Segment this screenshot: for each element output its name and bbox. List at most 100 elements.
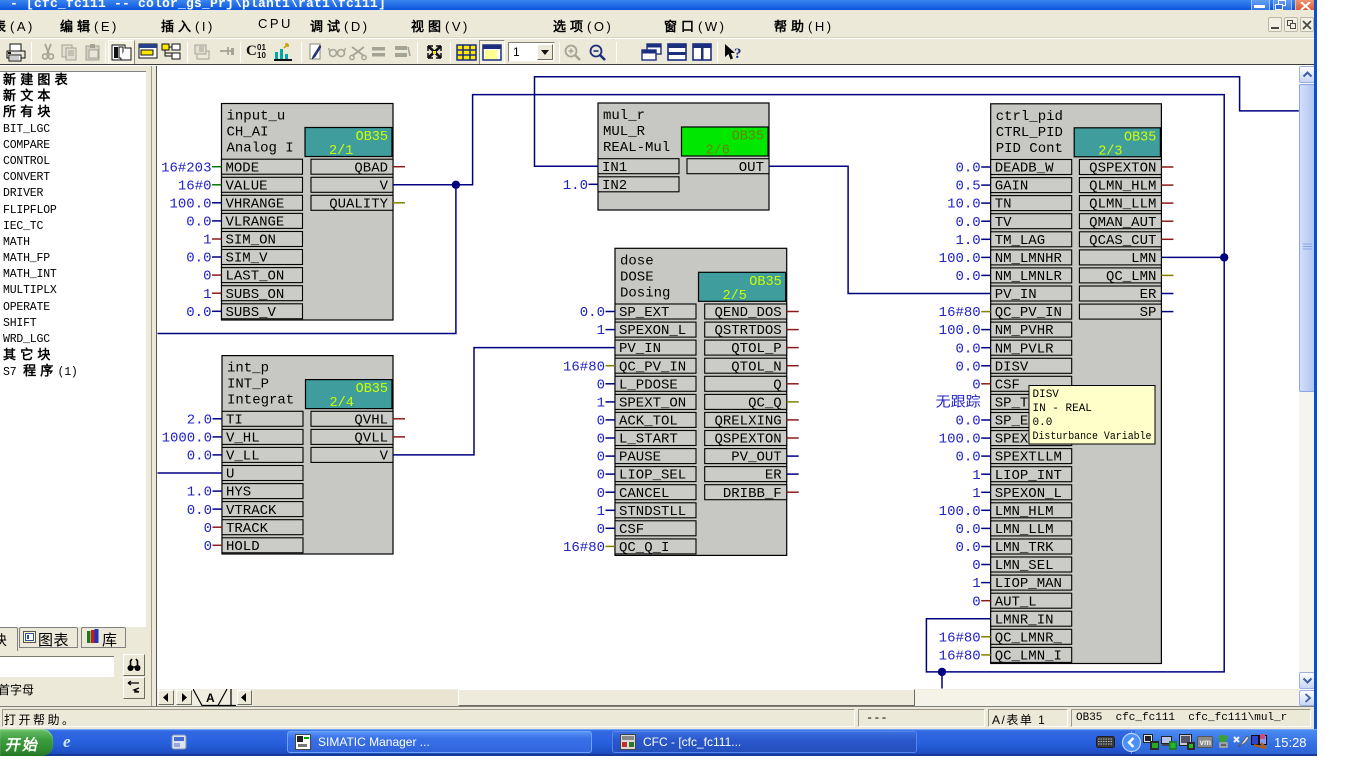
svg-text:V_HL: V_HL xyxy=(226,431,260,447)
svg-text:LMN_SEL: LMN_SEL xyxy=(995,558,1054,574)
svg-text:0: 0 xyxy=(972,558,980,574)
svg-text:CANCEL: CANCEL xyxy=(619,486,669,502)
svg-text:IN2: IN2 xyxy=(602,178,627,194)
svg-text:16#80: 16#80 xyxy=(563,540,605,556)
svg-text:10.0: 10.0 xyxy=(947,197,981,213)
svg-text:LMN: LMN xyxy=(1131,251,1156,267)
svg-text:ctrl_pid: ctrl_pid xyxy=(996,109,1063,125)
svg-text:0: 0 xyxy=(597,432,605,448)
svg-text:QVLL: QVLL xyxy=(354,431,388,447)
svg-text:0.5: 0.5 xyxy=(955,179,980,195)
svg-text:?: ? xyxy=(734,46,742,62)
svg-text:2/5: 2/5 xyxy=(723,289,747,304)
svg-text:QTOL_P: QTOL_P xyxy=(731,341,781,357)
svg-text:0.0: 0.0 xyxy=(580,305,605,321)
svg-text:Disturbance Variable: Disturbance Variable xyxy=(1033,431,1152,443)
svg-text:0.0: 0.0 xyxy=(186,305,211,321)
svg-text:1.0: 1.0 xyxy=(955,233,980,249)
svg-text:MODE: MODE xyxy=(226,160,260,176)
svg-text:PAUSE: PAUSE xyxy=(619,450,661,466)
svg-text:16#0: 16#0 xyxy=(178,178,212,194)
svg-text:100.0: 100.0 xyxy=(939,251,981,267)
svg-text:LIOP_SEL: LIOP_SEL xyxy=(619,468,686,484)
svg-text:0.0: 0.0 xyxy=(187,449,212,465)
svg-text:OB35: OB35 xyxy=(356,130,388,145)
svg-text:1: 1 xyxy=(203,233,211,249)
svg-text:QBAD: QBAD xyxy=(354,160,388,176)
svg-text:V: V xyxy=(380,449,389,465)
svg-text:INT_P: INT_P xyxy=(227,377,269,393)
svg-text:0: 0 xyxy=(597,486,605,502)
svg-text:QEND_DOS: QEND_DOS xyxy=(714,305,781,321)
svg-text:QVHL: QVHL xyxy=(354,412,388,428)
svg-text:CTRL_PID: CTRL_PID xyxy=(996,125,1063,141)
svg-text:2/6: 2/6 xyxy=(706,144,730,159)
svg-text:1.0: 1.0 xyxy=(187,485,212,501)
svg-text:0.0: 0.0 xyxy=(955,450,980,466)
svg-text:SPEXON_L: SPEXON_L xyxy=(995,486,1062,502)
svg-text:QUALITY: QUALITY xyxy=(329,196,388,212)
svg-text:ACK_TOL: ACK_TOL xyxy=(619,414,678,430)
svg-text:1: 1 xyxy=(597,396,605,412)
svg-text:0.0: 0.0 xyxy=(955,540,980,556)
svg-text:PV_IN: PV_IN xyxy=(995,287,1037,303)
svg-text:OB35: OB35 xyxy=(356,382,388,397)
svg-text:QLMN_LLM: QLMN_LLM xyxy=(1089,197,1156,213)
svg-text:SP: SP xyxy=(1140,305,1157,321)
svg-text:CH_AI: CH_AI xyxy=(227,125,269,141)
svg-text:VTRACK: VTRACK xyxy=(226,503,277,519)
svg-text:0.0: 0.0 xyxy=(955,359,980,375)
svg-text:IN - REAL: IN - REAL xyxy=(1033,403,1092,415)
svg-text:NM_PVHR: NM_PVHR xyxy=(995,323,1054,339)
svg-text:0: 0 xyxy=(597,450,605,466)
svg-text:0.0: 0.0 xyxy=(187,503,212,519)
svg-text:2.0: 2.0 xyxy=(187,412,212,428)
svg-text:U: U xyxy=(226,467,234,483)
svg-text:QC_PV_IN: QC_PV_IN xyxy=(995,305,1062,321)
svg-text:1.0: 1.0 xyxy=(563,178,588,194)
svg-text:0.0: 0.0 xyxy=(955,161,980,177)
svg-text:0: 0 xyxy=(204,521,212,537)
svg-text:0.0: 0.0 xyxy=(955,269,980,285)
svg-text:QC_LMN: QC_LMN xyxy=(1106,269,1156,285)
svg-text:ER: ER xyxy=(765,468,782,484)
svg-text:1: 1 xyxy=(972,468,980,484)
svg-text:LIOP_INT: LIOP_INT xyxy=(995,468,1062,484)
svg-text:0: 0 xyxy=(972,377,980,393)
svg-text:0: 0 xyxy=(597,377,605,393)
svg-text:LIOP_MAN: LIOP_MAN xyxy=(995,576,1062,592)
svg-text:QMAN_AUT: QMAN_AUT xyxy=(1089,215,1156,231)
svg-text:HOLD: HOLD xyxy=(226,539,260,555)
svg-text:LMN_HLM: LMN_HLM xyxy=(995,504,1054,520)
svg-text:MUL_R: MUL_R xyxy=(603,124,646,140)
svg-text:Q: Q xyxy=(773,377,781,393)
svg-text:0.0: 0.0 xyxy=(955,522,980,538)
svg-text:0: 0 xyxy=(204,539,212,555)
svg-text:0: 0 xyxy=(597,468,605,484)
svg-text:TM_LAG: TM_LAG xyxy=(995,233,1045,249)
svg-text:OUT: OUT xyxy=(739,160,764,176)
svg-text:NM_LMNHR: NM_LMNHR xyxy=(995,251,1063,267)
svg-text:PV_IN: PV_IN xyxy=(619,341,661,357)
svg-text:Dosing: Dosing xyxy=(620,285,670,301)
svg-text:QC_LMN_I: QC_LMN_I xyxy=(995,649,1062,665)
svg-text:0: 0 xyxy=(597,522,605,538)
svg-text:LMN_LLM: LMN_LLM xyxy=(995,522,1054,538)
svg-text:0.0: 0.0 xyxy=(955,414,980,430)
svg-text:0.0: 0.0 xyxy=(186,215,211,231)
svg-text:QC_Q: QC_Q xyxy=(748,396,782,412)
svg-text:GAIN: GAIN xyxy=(995,179,1029,195)
svg-text:SIM_V: SIM_V xyxy=(226,251,269,267)
svg-text:0: 0 xyxy=(597,414,605,430)
svg-text:QLMN_HLM: QLMN_HLM xyxy=(1089,179,1156,195)
svg-text:100.0: 100.0 xyxy=(939,323,981,339)
svg-text:TI: TI xyxy=(226,412,243,428)
svg-text:0: 0 xyxy=(203,269,211,285)
svg-text:V_LL: V_LL xyxy=(226,449,260,465)
svg-text:2/4: 2/4 xyxy=(330,396,354,411)
svg-text:QC_Q_I: QC_Q_I xyxy=(619,540,669,556)
svg-text:1: 1 xyxy=(972,576,980,592)
svg-text:0.0: 0.0 xyxy=(955,341,980,357)
svg-text:Analog I: Analog I xyxy=(227,141,294,157)
svg-text:QC_PV_IN: QC_PV_IN xyxy=(619,359,686,375)
